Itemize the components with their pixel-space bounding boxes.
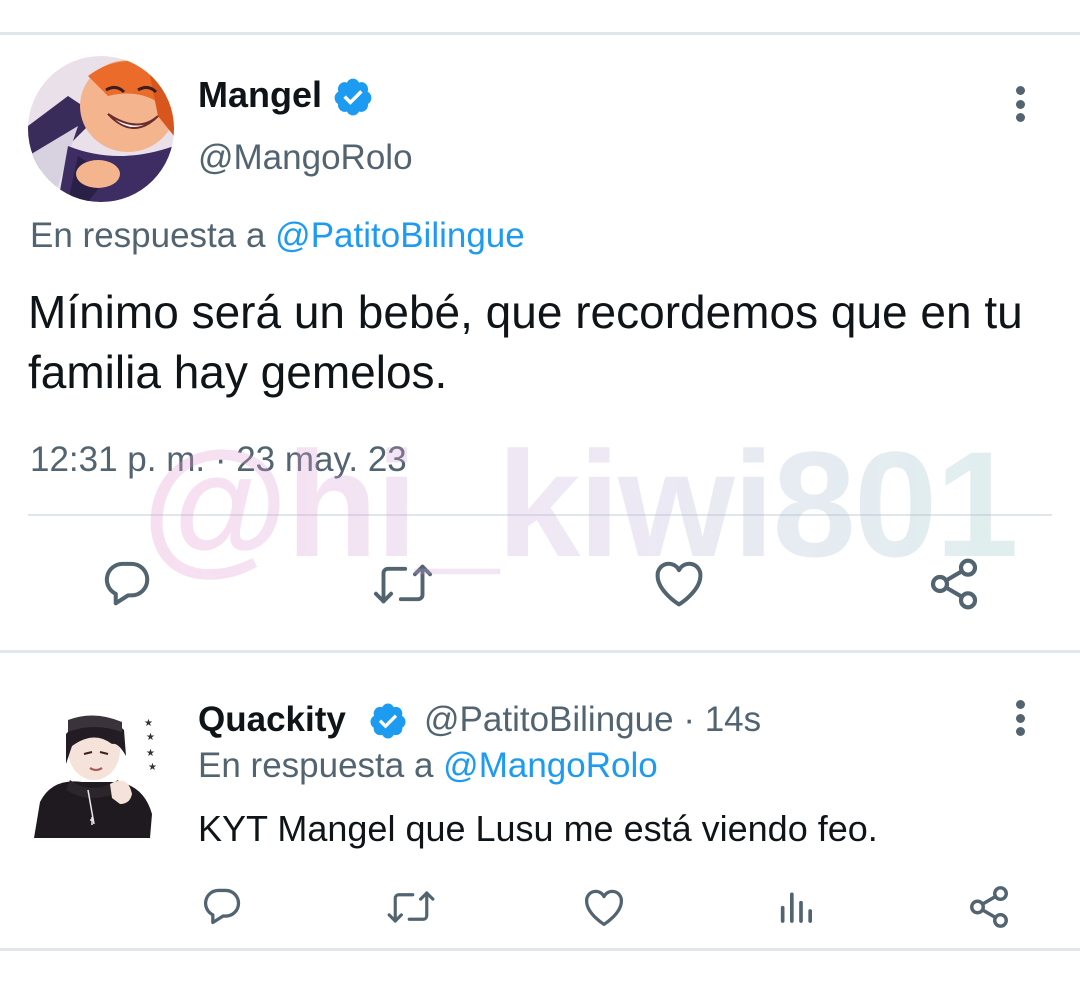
verified-badge-icon	[368, 701, 408, 741]
share-icon	[930, 558, 978, 610]
avatar[interactable]: ★ ★ ★ ★	[32, 704, 158, 838]
svg-text:★: ★	[144, 718, 153, 729]
retweet-icon	[387, 891, 435, 923]
like-button[interactable]	[582, 886, 626, 928]
tweet-timestamp[interactable]: 12:31 p. m. · 23 may. 23	[30, 440, 407, 480]
share-button[interactable]	[966, 884, 1012, 930]
reply-prefix: En respuesta a	[198, 746, 434, 785]
analytics-button[interactable]	[776, 886, 816, 926]
avatar[interactable]	[28, 56, 174, 202]
tweet-text: Mínimo será un bebé, que recordemos que …	[28, 286, 1023, 398]
retweet-button[interactable]	[386, 886, 436, 928]
author-name[interactable]: Quackity	[198, 700, 346, 740]
author-handle[interactable]: @PatitoBilingue	[424, 700, 674, 739]
like-button[interactable]	[652, 557, 706, 609]
author-name[interactable]: Mangel	[198, 74, 322, 116]
svg-text:★: ★	[146, 748, 155, 759]
retweet-icon	[373, 564, 433, 604]
svg-text:★: ★	[146, 732, 155, 743]
verified-badge-icon	[332, 76, 374, 118]
reply-context: En respuesta a @PatitoBilingue	[30, 216, 525, 256]
reply-mention-link[interactable]: @MangoRolo	[443, 746, 658, 785]
reply-button[interactable]	[200, 884, 244, 928]
meta-separator: ·	[683, 700, 705, 739]
reply-icon	[203, 888, 241, 925]
reply-context: En respuesta a @MangoRolo	[198, 746, 658, 786]
divider	[28, 514, 1052, 516]
analytics-icon	[780, 892, 812, 923]
svg-text:★: ★	[148, 762, 157, 773]
tweet-text: KYT Mangel que Lusu me está viendo feo.	[198, 808, 878, 849]
top-divider	[0, 32, 1080, 35]
share-icon	[970, 886, 1008, 928]
tweet-time-ago[interactable]: 14s	[705, 700, 761, 739]
more-options-icon[interactable]	[1014, 86, 1026, 122]
reply-mention-link[interactable]: @PatitoBilingue	[275, 216, 525, 255]
reply-button[interactable]	[100, 556, 154, 610]
reply-icon	[104, 561, 150, 606]
divider	[0, 650, 1080, 653]
author-handle[interactable]: @MangoRolo	[198, 138, 413, 178]
divider	[0, 948, 1080, 951]
like-icon	[655, 561, 703, 607]
retweet-button[interactable]	[372, 558, 434, 610]
more-options-icon[interactable]	[1014, 700, 1026, 736]
like-icon	[585, 889, 623, 926]
share-button[interactable]	[926, 556, 982, 612]
reply-meta: @PatitoBilingue · 14s	[424, 700, 761, 740]
reply-prefix: En respuesta a	[30, 216, 266, 255]
